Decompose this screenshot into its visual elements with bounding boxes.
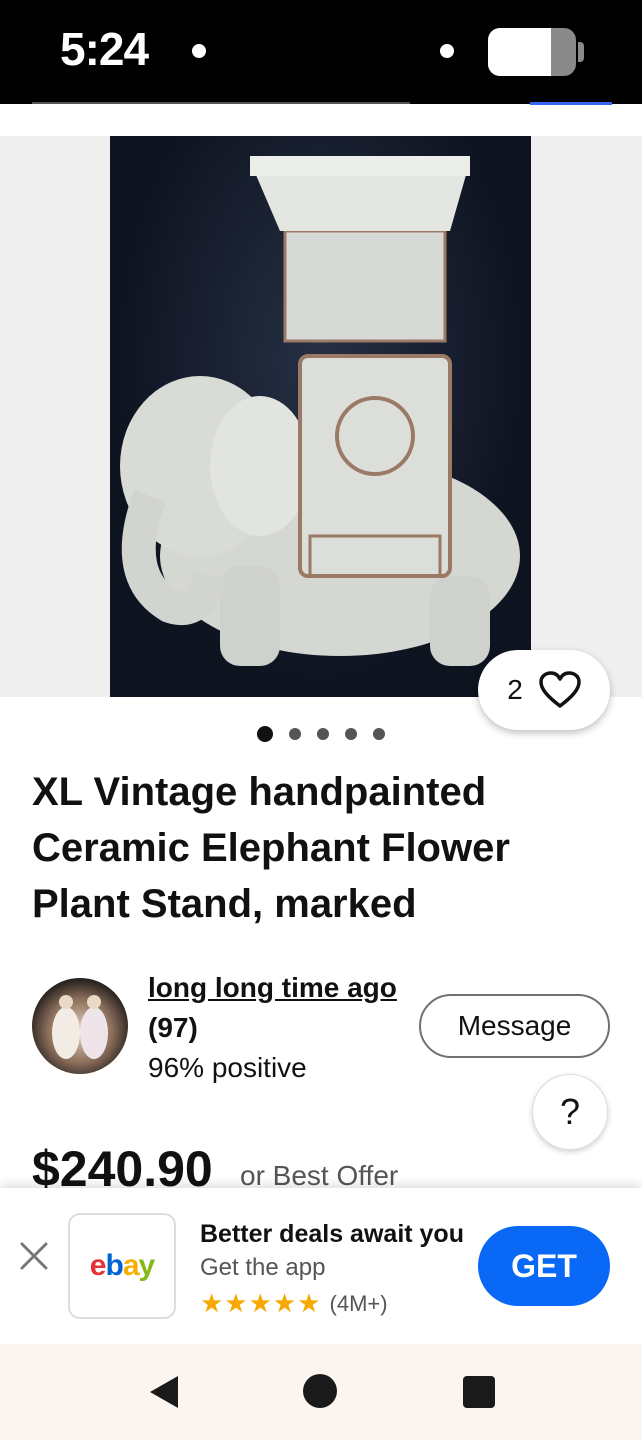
seller-positive-rate: 96% positive [148,1052,307,1083]
rating-count: (4M+) [329,1290,388,1316]
seller-avatar[interactable] [32,978,128,1074]
status-time: 5:24 [60,23,149,75]
seller-feedback-count: (97) [148,1012,198,1043]
carousel-dot[interactable] [289,728,301,740]
watch-button[interactable]: 2 [478,650,610,730]
carousel-dot[interactable] [257,726,273,742]
notification-dot-icon [192,44,206,58]
battery-tip [578,42,584,62]
product-photo[interactable] [110,136,531,697]
elephant-image [120,156,520,666]
battery-fill [488,28,552,76]
ebay-logo: ebay [89,1249,155,1282]
battery-icon [488,28,576,76]
star-rating-icon: ★★★★★ [200,1288,322,1318]
heart-icon [539,671,581,708]
carousel-dot[interactable] [317,728,329,740]
get-app-button[interactable]: GET [478,1226,610,1306]
listing-title: XL Vintage handpainted Ceramic Elephant … [32,770,510,926]
recent-apps-icon[interactable] [463,1376,495,1408]
message-button[interactable]: Message [419,994,610,1058]
watch-count: 2 [507,674,523,705]
header-divider [32,102,410,104]
banner-subtitle: Get the app [200,1254,326,1281]
seller-name-link[interactable]: long long time ago [148,972,397,1004]
carousel-dot[interactable] [373,728,385,740]
image-gallery[interactable] [0,136,642,697]
banner-headline: Better deals await you [200,1220,464,1248]
help-button[interactable]: ? [532,1074,608,1150]
app-rating: ★★★★★ (4M+) [200,1288,388,1319]
carousel-dot[interactable] [345,728,357,740]
active-tab-indicator [530,102,612,105]
status-bar: 5:24 [0,0,642,104]
signal-dot-icon [440,44,454,58]
app-install-banner: ebay Better deals await you Get the app … [0,1188,642,1344]
avatar-image [52,995,108,1059]
home-icon[interactable] [303,1374,337,1408]
back-icon[interactable] [146,1374,180,1410]
close-icon[interactable] [18,1240,50,1272]
ebay-app-logo: ebay [68,1213,176,1319]
carousel-dots[interactable] [0,726,642,742]
